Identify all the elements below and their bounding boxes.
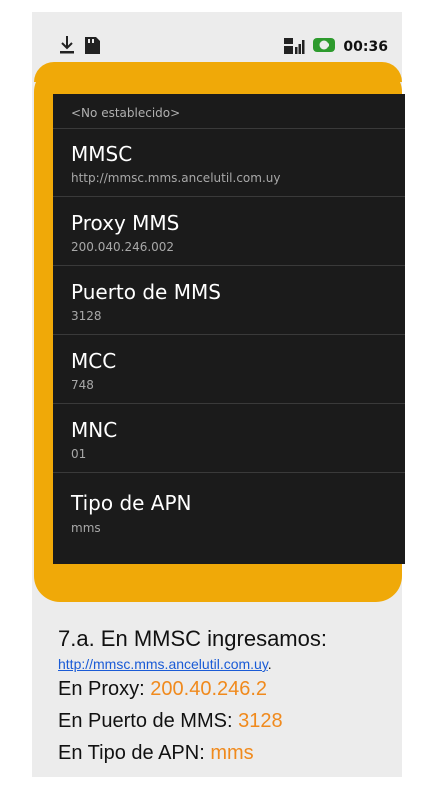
list-item-title: Proxy MMS xyxy=(71,211,180,235)
mmsc-link[interactable]: http://mmsc.mms.ancelutil.com.uy xyxy=(58,656,268,672)
list-item-value: 3128 xyxy=(71,309,102,323)
link-suffix: . xyxy=(267,656,272,672)
list-item-value: 01 xyxy=(71,447,87,461)
proxy-value: 200.40.246.2 xyxy=(150,678,268,700)
list-item-value: mms xyxy=(71,521,101,535)
proxy-label: En Proxy: xyxy=(58,678,151,700)
caption-port: En Puerto de MMS: 3128 xyxy=(58,710,398,742)
list-item-title: MNC xyxy=(71,418,118,442)
battery-icon xyxy=(312,35,338,59)
apn-label: En Tipo de APN: xyxy=(58,742,211,764)
download-icon xyxy=(58,35,76,59)
list-item-proxy-mms[interactable]: Proxy MMS 200.040.246.002 xyxy=(53,197,405,266)
list-item-value: http://mmsc.mms.ancelutil.com.uy xyxy=(71,171,281,185)
status-right-icons: 00:36 xyxy=(283,34,388,60)
apn-settings-list: <No establecido> MMSC http://mmsc.mms.an… xyxy=(53,94,405,564)
list-item-value: <No establecido> xyxy=(71,106,181,120)
list-item-tipo-apn[interactable]: Tipo de APN mms xyxy=(53,473,405,553)
caption-apn: En Tipo de APN: mms xyxy=(58,742,398,774)
list-item-mcc[interactable]: MCC 748 xyxy=(53,335,405,404)
caption-heading: 7.a. En MMSC ingresamos: xyxy=(58,626,327,651)
list-item-title: MCC xyxy=(71,349,117,373)
caption-proxy: En Proxy: 200.40.246.2 xyxy=(58,678,398,710)
list-item-mnc[interactable]: MNC 01 xyxy=(53,404,405,473)
clock: 00:36 xyxy=(343,39,388,55)
port-label: En Puerto de MMS: xyxy=(58,710,239,732)
status-bar: 00:36 xyxy=(32,34,402,60)
list-item-title: Puerto de MMS xyxy=(71,280,221,304)
list-item-title: Tipo de APN xyxy=(71,491,192,515)
list-item-partial[interactable]: <No establecido> xyxy=(53,94,405,129)
apn-value: mms xyxy=(210,742,254,764)
list-item-puerto-mms[interactable]: Puerto de MMS 3128 xyxy=(53,266,405,335)
caption-link-line: http://mmsc.mms.ancelutil.com.uy. xyxy=(58,656,398,676)
signal-icon xyxy=(283,35,307,59)
list-item-title: MMSC xyxy=(71,142,133,166)
instructions-caption: 7.a. En MMSC ingresamos: http://mmsc.mms… xyxy=(58,626,398,774)
sd-card-icon xyxy=(82,35,102,59)
status-left-icons xyxy=(58,34,102,60)
list-item-value: 748 xyxy=(71,378,94,392)
list-item-mmsc[interactable]: MMSC http://mmsc.mms.ancelutil.com.uy xyxy=(53,128,405,197)
port-value: 3128 xyxy=(238,710,283,732)
list-item-value: 200.040.246.002 xyxy=(71,240,175,254)
